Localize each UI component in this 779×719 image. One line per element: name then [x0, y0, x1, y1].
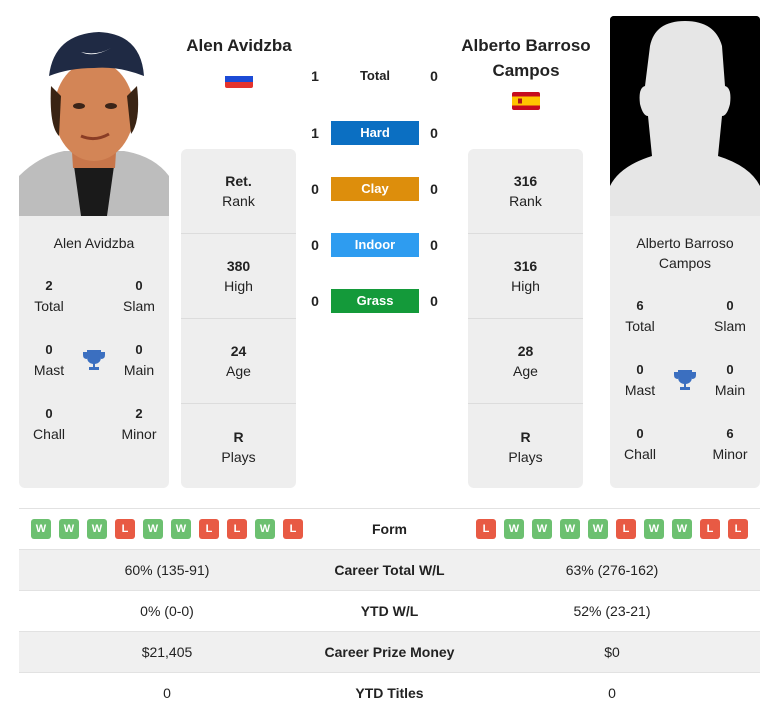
h2h-right-value: 0	[430, 68, 438, 84]
titles-mast: 0 Mast	[624, 362, 656, 398]
left-value: 0% (0-0)	[140, 603, 194, 619]
stat-rank: 316 Rank	[468, 149, 583, 234]
surface-indoor-badge[interactable]: Indoor	[331, 233, 419, 257]
left-value: $21,405	[141, 644, 193, 660]
h2h-total-label: Total	[359, 68, 391, 83]
h2h-left-value: 1	[311, 125, 319, 141]
form-win-badge[interactable]: W	[588, 519, 608, 539]
right-value: 63% (276-162)	[565, 562, 659, 578]
player-left-stats-card: Ret. Rank 380 High 24 Age R Plays	[181, 149, 296, 488]
stat-high: 316 High	[468, 234, 583, 319]
form-win-badge[interactable]: W	[143, 519, 163, 539]
spain-flag-icon	[512, 92, 540, 110]
left-value: 60% (135-91)	[124, 562, 210, 578]
h2h-right-value: 0	[430, 125, 438, 141]
comparison-table: WWWLWWLLWL Form LWWWWLWWLL 60% (135-91) …	[19, 508, 760, 713]
form-win-badge[interactable]: W	[87, 519, 107, 539]
surface-hard-badge[interactable]: Hard	[331, 121, 419, 145]
stat-plays: R Plays	[508, 428, 543, 465]
h2h-row-clay: 0 Clay 0	[300, 177, 450, 201]
player-right-card-name: Alberto Barroso Campos	[636, 235, 734, 271]
form-win-badge[interactable]: W	[171, 519, 191, 539]
form-win-badge[interactable]: W	[59, 519, 79, 539]
russia-flag-icon	[225, 70, 253, 88]
trophy-icon	[672, 367, 698, 393]
form-loss-badge[interactable]: L	[616, 519, 636, 539]
player-right-form: LWWWWLWWLL	[464, 519, 760, 539]
player-left-card-name: Alen Avidzba	[53, 235, 135, 251]
table-row: 0 YTD Titles 0	[19, 672, 760, 713]
player-left-photo-image	[19, 16, 169, 216]
table-row: 0% (0-0) YTD W/L 52% (23-21)	[19, 590, 760, 631]
h2h-right-value: 0	[430, 181, 438, 197]
h2h-left-value: 0	[311, 181, 319, 197]
player-left-photo	[19, 16, 169, 216]
h2h-left-value: 0	[311, 293, 319, 309]
h2h-row-indoor: 0 Indoor 0	[300, 233, 450, 257]
row-label: YTD W/L	[360, 603, 419, 619]
form-win-badge[interactable]: W	[504, 519, 524, 539]
trophy-icon	[81, 347, 107, 373]
h2h-left-value: 1	[311, 68, 319, 84]
right-value: $0	[604, 644, 620, 660]
right-value: 0	[608, 685, 616, 701]
form-loss-badge[interactable]: L	[199, 519, 219, 539]
row-label: Career Prize Money	[324, 644, 455, 660]
stat-plays: R Plays	[221, 428, 256, 465]
placeholder-silhouette-icon	[610, 16, 760, 216]
right-value: 52% (23-21)	[573, 603, 651, 619]
form-win-badge[interactable]: W	[31, 519, 51, 539]
form-row: WWWLWWLLWL Form LWWWWLWWLL	[19, 508, 760, 549]
player-left-name[interactable]: Alen Avidzba	[170, 33, 308, 58]
surface-clay-badge[interactable]: Clay	[331, 177, 419, 201]
table-row: $21,405 Career Prize Money $0	[19, 631, 760, 672]
h2h-left-value: 0	[311, 237, 319, 253]
player-left-titles-card: Alen Avidzba 2 Total 0 Slam 0 Mast 0 Mai…	[19, 216, 169, 488]
h2h-row-total: 1 Total 0	[300, 64, 450, 88]
form-loss-badge[interactable]: L	[700, 519, 720, 539]
form-win-badge[interactable]: W	[560, 519, 580, 539]
h2h-right-value: 0	[430, 237, 438, 253]
form-loss-badge[interactable]: L	[476, 519, 496, 539]
stat-high: 380 High	[181, 234, 296, 319]
player-left-form: WWWLWWLLWL	[19, 519, 315, 539]
row-label: Career Total W/L	[334, 562, 445, 578]
form-win-badge[interactable]: W	[532, 519, 552, 539]
titles-minor: 2 Minor	[121, 406, 157, 442]
stat-age: 28 Age	[468, 319, 583, 404]
form-loss-badge[interactable]: L	[115, 519, 135, 539]
left-value: 0	[163, 685, 171, 701]
form-loss-badge[interactable]: L	[227, 519, 247, 539]
titles-minor: 6 Minor	[712, 426, 748, 462]
player-right-stats-card: 316 Rank 316 High 28 Age R Plays	[468, 149, 583, 488]
titles-main: 0 Main	[714, 362, 746, 398]
form-loss-badge[interactable]: L	[283, 519, 303, 539]
player-right-titles-card: Alberto Barroso Campos 6 Total 0 Slam 0 …	[610, 216, 760, 488]
h2h-row-hard: 1 Hard 0	[300, 121, 450, 145]
player-right-name[interactable]: Alberto Barroso Campos	[450, 33, 602, 83]
titles-chall: 0 Chall	[33, 406, 65, 442]
titles-slam: 0 Slam	[714, 298, 746, 334]
titles-mast: 0 Mast	[33, 342, 65, 378]
form-win-badge[interactable]: W	[672, 519, 692, 539]
form-loss-badge[interactable]: L	[728, 519, 748, 539]
titles-total: 6 Total	[625, 298, 655, 334]
form-win-badge[interactable]: W	[644, 519, 664, 539]
player-right-photo	[610, 16, 760, 216]
h2h-right-value: 0	[430, 293, 438, 309]
stat-age: 24 Age	[181, 319, 296, 404]
table-row: 60% (135-91) Career Total W/L 63% (276-1…	[19, 549, 760, 590]
form-label: Form	[372, 521, 407, 537]
stat-rank: Ret. Rank	[181, 149, 296, 234]
titles-main: 0 Main	[123, 342, 155, 378]
form-win-badge[interactable]: W	[255, 519, 275, 539]
surface-grass-badge[interactable]: Grass	[331, 289, 419, 313]
titles-total: 2 Total	[34, 278, 64, 314]
h2h-row-grass: 0 Grass 0	[300, 289, 450, 313]
row-label: YTD Titles	[355, 685, 424, 701]
titles-slam: 0 Slam	[123, 278, 155, 314]
titles-chall: 0 Chall	[624, 426, 656, 462]
